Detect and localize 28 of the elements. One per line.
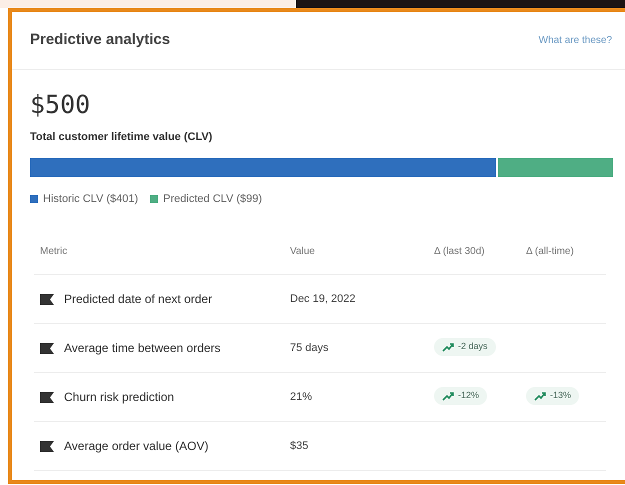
clv-total: $500 xyxy=(30,92,92,117)
flag-icon xyxy=(40,294,54,304)
metric-value: 75 days xyxy=(290,340,330,356)
trend-badge: -2 days xyxy=(434,338,496,356)
column-header: Metric xyxy=(40,245,68,259)
metric-value: Dec 19, 2022 xyxy=(290,292,356,307)
trend-badge: -12% xyxy=(434,387,488,405)
card-title: Predictive analytics xyxy=(30,30,170,50)
trend-badge: -13% xyxy=(526,387,580,405)
trend-arrow-icon xyxy=(534,391,546,401)
metric-name: Average time between orders xyxy=(64,340,221,357)
metric-value: 21% xyxy=(290,390,314,405)
help-link[interactable]: What are these? xyxy=(538,33,612,48)
flag-icon xyxy=(40,392,54,402)
flag-icon xyxy=(40,440,54,452)
metric-name: Average order value (AOV) xyxy=(64,438,209,455)
legend-label: Predicted CLV ($99) xyxy=(163,192,262,206)
trend-arrow-icon xyxy=(442,391,454,401)
column-header: Δ (all-time) xyxy=(526,245,575,259)
metric-name: Churn risk prediction xyxy=(64,389,174,406)
trend-arrow-icon xyxy=(442,342,454,352)
flag-icon xyxy=(40,342,54,354)
clv-label: Total customer lifetime value (CLV) xyxy=(30,130,214,145)
column-header: Δ (last 30d) xyxy=(434,245,486,259)
metric-name: Predicted date of next order xyxy=(64,291,212,308)
column-header: Value xyxy=(290,245,316,259)
legend-label: Historic CLV ($401) xyxy=(43,192,138,206)
metric-value: $35 xyxy=(290,438,310,454)
